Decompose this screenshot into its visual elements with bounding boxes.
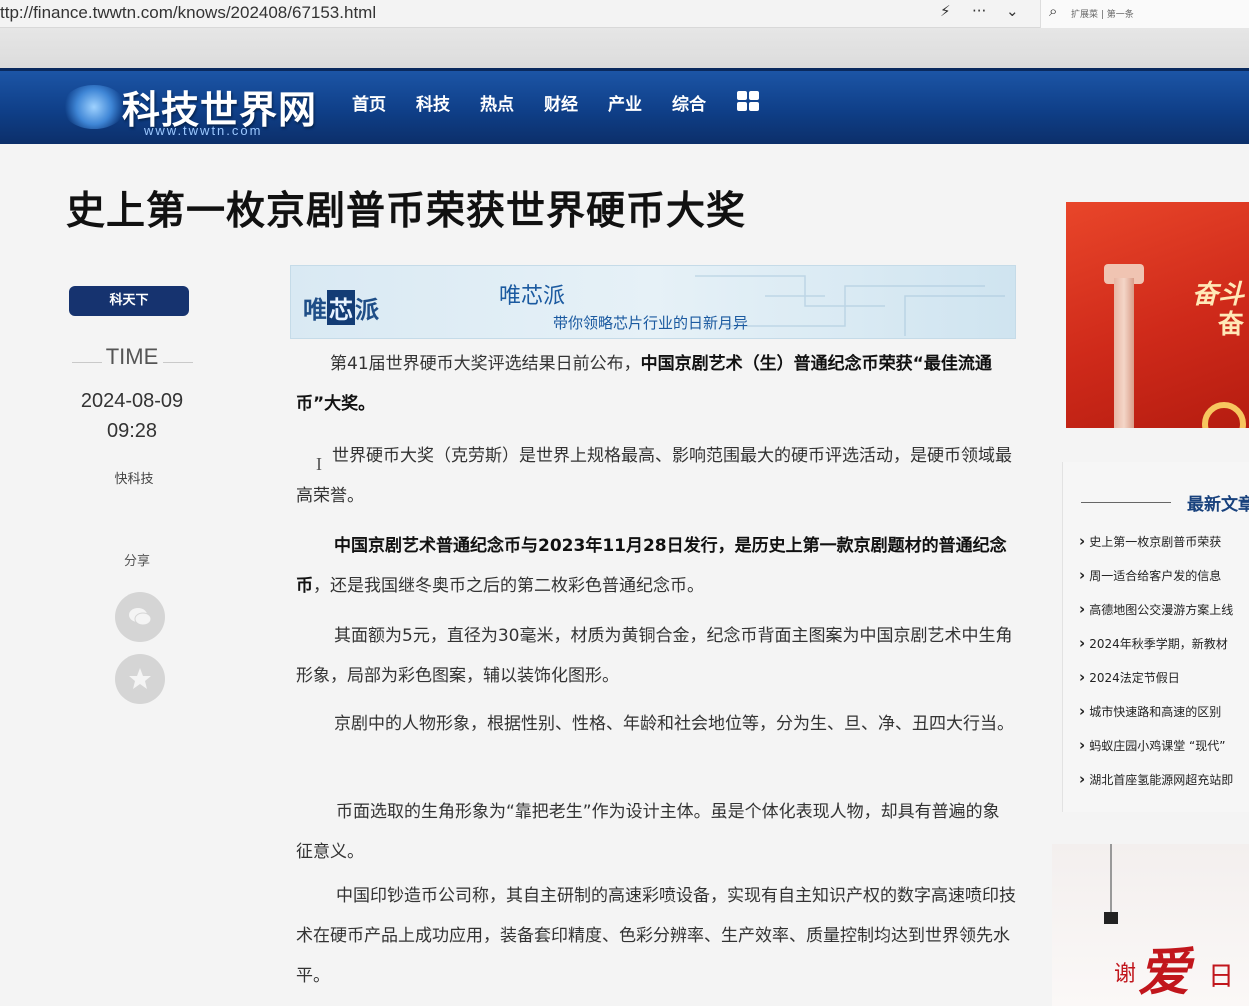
banner-logo: 唯芯派	[303, 290, 379, 325]
ad2-text-tiny: 日	[1208, 962, 1235, 992]
latest-article-item[interactable]: 2024法定节假日	[1079, 668, 1249, 702]
site-header: 科技世界网 www.twwtn.com 首页 科技 热点 财经 产业 综合	[0, 68, 1249, 144]
latest-article-item[interactable]: 城市快速路和高速的区别	[1079, 702, 1249, 736]
ad-clip	[1104, 912, 1118, 924]
page-content: 史上第一枚京剧普币荣获世界硬币大奖 科天下 TIME 2024-08-09 09…	[0, 144, 1249, 1006]
address-bar[interactable]: ttp://finance.twwtn.com/knows/202408/671…	[0, 3, 376, 23]
article-paragraph: 中国京剧艺术普通纪念币与2023年11月28日发行，是历史上第一款京剧题材的普通…	[296, 536, 1007, 596]
star-icon	[129, 668, 151, 689]
ad2-text-small: 谢	[1114, 962, 1137, 987]
article-paragraph: 中国印钞造币公司称，其自主研制的高速彩喷设备，实现有自主知识产权的数字高速喷印技…	[296, 886, 1016, 986]
nav-finance[interactable]: 财经	[544, 90, 608, 115]
article-paragraph: 其面额为5元，直径为30毫米，材质为黄铜合金，纪念币背面主图案为中国京剧艺术中生…	[296, 626, 1013, 686]
publish-date: 2024-08-09	[80, 390, 184, 412]
latest-articles-title: 最新文章	[1187, 495, 1249, 515]
nav-tech[interactable]: 科技	[416, 90, 480, 115]
latest-articles-panel: 最新文章 史上第一枚京剧普币荣获 周一适合给客户发的信息 高德地图公交漫游方案上…	[1062, 462, 1249, 812]
latest-article-item[interactable]: 史上第一枚京剧普币荣获	[1079, 532, 1249, 566]
browser-search-box[interactable]: ⌕ 扩展菜 | 第一条	[1040, 0, 1249, 28]
article-paragraph: 京剧中的人物形象，根据性别、性格、年龄和社会地位等，分为生、旦、净、丑四大行当。	[334, 714, 1014, 734]
sidebar-ad-2[interactable]: 谢 爱 日	[1052, 844, 1249, 1006]
source-tag[interactable]: 科天下	[69, 286, 189, 316]
publish-time: 09:28	[106, 420, 158, 442]
sidebar-ad[interactable]: 奋斗 奋	[1066, 202, 1249, 428]
more-icon[interactable]: ···	[972, 2, 986, 20]
share-label: 分享	[123, 554, 150, 569]
latest-article-item[interactable]: 2024年秋季学期，新教材	[1079, 634, 1249, 668]
ad-tower	[1114, 278, 1134, 428]
nav-industry[interactable]: 产业	[608, 90, 672, 115]
favorite-share-button[interactable]	[115, 654, 165, 704]
banner-subtitle: 带你领略芯片行业的日新月异	[553, 314, 749, 332]
banner-title: 唯芯派	[499, 284, 566, 309]
nav-general[interactable]: 综合	[672, 90, 736, 115]
nav-home[interactable]: 首页	[352, 90, 416, 115]
browser-toolbar: ttp://finance.twwtn.com/knows/202408/671…	[0, 0, 1249, 28]
site-domain: www.twwtn.com	[144, 123, 263, 138]
sponsor-banner[interactable]: 唯芯派 唯芯派 带你领略芯片行业的日新月异	[290, 265, 1016, 339]
lightning-icon[interactable]: ⚡	[940, 2, 951, 20]
latest-article-item[interactable]: 周一适合给客户发的信息	[1079, 566, 1249, 600]
ad-rope	[1110, 844, 1112, 914]
latest-article-item[interactable]: 湖北首座氢能源网超充站即	[1079, 770, 1249, 804]
latest-articles-list: 史上第一枚京剧普币荣获 周一适合给客户发的信息 高德地图公交漫游方案上线 202…	[1079, 532, 1249, 804]
article-title: 史上第一枚京剧普币荣获世界硬币大奖	[66, 189, 747, 234]
browser-search-text: 扩展菜 | 第一条	[1071, 10, 1134, 20]
wechat-share-button[interactable]	[115, 592, 165, 642]
toolbar-gap	[0, 28, 1249, 68]
chevron-down-icon[interactable]: ⌄	[1006, 2, 1019, 20]
article-paragraph: 第41届世界硬币大奖评选结果日前公布，中国京剧艺术（生）普通纪念币荣获“最佳流通…	[296, 354, 992, 414]
logo-glow	[62, 85, 126, 129]
ad2-text-big: 爱	[1138, 943, 1191, 1003]
nav-hot[interactable]: 热点	[480, 90, 544, 115]
grid-menu-icon[interactable]	[737, 91, 759, 111]
latest-article-item[interactable]: 蚂蚁庄园小鸡课堂 “现代”	[1079, 736, 1249, 770]
article-paragraph: 世界硬币大奖（克劳斯）是世界上规格最高、影响范围最大的硬币评选活动，是硬币领域最…	[296, 446, 1012, 506]
search-icon: ⌕	[1049, 2, 1058, 20]
ad-ring-graphic	[1202, 402, 1246, 428]
article-paragraph: 币面选取的生角形象为“靠把老生”作为设计主体。虽是个体化表现人物，却具有普遍的象…	[296, 802, 1000, 862]
ad-headline-2: 奋	[1218, 310, 1245, 340]
article-author: 快科技	[114, 472, 154, 487]
time-label: TIME	[105, 344, 159, 369]
main-nav: 首页 科技 热点 财经 产业 综合	[352, 90, 736, 115]
latest-article-item[interactable]: 高德地图公交漫游方案上线	[1079, 600, 1249, 634]
wechat-icon	[129, 608, 152, 626]
divider	[1081, 502, 1171, 503]
